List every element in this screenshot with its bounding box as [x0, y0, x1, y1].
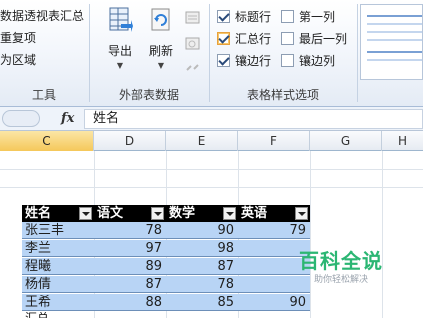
last-column-label: 最后一列 [299, 31, 348, 46]
filter-dropdown-icon[interactable] [79, 207, 92, 220]
table-cell-math[interactable]: 87 [166, 258, 238, 275]
gridline [0, 187, 423, 188]
export-dropdown-icon: ▼ [116, 61, 124, 70]
column-header-f[interactable]: F [238, 131, 310, 151]
gridline [310, 151, 311, 318]
last-column-checkbox[interactable] [281, 31, 294, 45]
formula-input[interactable]: 姓名 [84, 109, 423, 129]
refresh-icon [148, 6, 174, 36]
table-cell-chinese[interactable]: 97 [94, 240, 166, 257]
table-cell-name[interactable]: 王希 [22, 294, 94, 311]
table-header-name[interactable]: 姓名 [22, 205, 94, 222]
header-row-checkbox[interactable] [217, 9, 230, 23]
watermark-logo: 百科全说 助你轻松解决 [293, 249, 389, 291]
table-header-chinese[interactable]: 语文 [94, 205, 166, 222]
column-header-d[interactable]: D [94, 131, 166, 151]
watermark-title: 百科全说 [299, 249, 383, 273]
external-data-group-label: 外部表数据 [118, 88, 179, 102]
export-label: 导出 [107, 44, 132, 58]
banded-rows-option[interactable]: 镶边行 [217, 50, 271, 70]
column-header-c[interactable]: C [0, 131, 94, 151]
style-swatch-line [367, 39, 422, 41]
gridline [382, 151, 383, 318]
banded-rows-label: 镶边行 [235, 53, 272, 68]
style-swatch-line [367, 59, 422, 61]
remove-duplicates-button[interactable]: 重复项 [0, 28, 36, 48]
formula-bar: fx 姓名 [0, 107, 423, 131]
first-column-label: 第一列 [299, 9, 336, 24]
refresh-label: 刷新 [148, 44, 173, 58]
table-header-math[interactable]: 数学 [166, 205, 238, 222]
table-header-chinese-label: 语文 [97, 206, 124, 221]
table-cell-english[interactable]: 90 [238, 294, 310, 311]
table-cell-name[interactable]: 杨倩 [22, 276, 94, 293]
column-header-h[interactable]: H [382, 131, 423, 151]
header-row-label: 标题行 [235, 9, 272, 24]
banded-columns-option[interactable]: 镶边列 [281, 50, 335, 70]
table-header-math-label: 数学 [169, 206, 196, 221]
unlink-icon[interactable] [184, 60, 202, 76]
remove-duplicates-label: 重复项 [0, 31, 37, 45]
table-total-row-label[interactable]: 汇总 [22, 312, 94, 318]
table-cell-chinese[interactable]: 89 [94, 258, 166, 275]
table-header-name-label: 姓名 [25, 206, 52, 221]
column-header-e[interactable]: E [166, 131, 238, 151]
table-cell-math[interactable]: 78 [166, 276, 238, 293]
group-separator [357, 4, 358, 102]
pivot-summary-label: 数据透视表汇总 [0, 9, 85, 23]
ribbon: 数据透视表汇总 重复项 为区域 工具 导出 ▼ 刷新 ▼ 外部表数据 标题行 第… [0, 0, 423, 107]
export-icon [107, 6, 133, 36]
table-cell-name[interactable]: 张三丰 [22, 222, 94, 239]
table-style-gallery[interactable] [360, 4, 423, 80]
table-cell-chinese[interactable]: 87 [94, 276, 166, 293]
total-row-label: 汇总行 [235, 31, 272, 46]
gridline [0, 169, 423, 170]
table-cell-chinese[interactable]: 78 [94, 222, 166, 239]
table-header-english[interactable]: 英语 [238, 205, 310, 222]
export-button[interactable]: 导出 ▼ [100, 6, 140, 70]
filter-dropdown-icon[interactable] [151, 207, 164, 220]
filter-dropdown-icon[interactable] [223, 207, 236, 220]
column-headers: C D E F G H [0, 131, 423, 151]
column-header-g[interactable]: G [310, 131, 382, 151]
first-column-checkbox[interactable] [281, 9, 294, 23]
table-cell-chinese[interactable]: 88 [94, 294, 166, 311]
style-swatch-line [367, 31, 422, 33]
properties-icon[interactable] [184, 10, 202, 26]
name-box[interactable] [2, 110, 40, 127]
style-swatch-line [367, 51, 422, 53]
table-cell-math[interactable]: 98 [166, 240, 238, 257]
refresh-button[interactable]: 刷新 ▼ [143, 6, 179, 70]
table-cell-math[interactable]: 85 [166, 294, 238, 311]
pivot-summary-button[interactable]: 数据透视表汇总 [0, 6, 84, 26]
table-header-english-label: 英语 [241, 206, 268, 221]
banded-columns-label: 镶边列 [299, 53, 336, 68]
refresh-dropdown-icon: ▼ [157, 61, 165, 70]
last-column-option[interactable]: 最后一列 [281, 28, 347, 48]
convert-to-range-label: 为区域 [0, 53, 37, 67]
filter-dropdown-icon[interactable] [295, 207, 308, 220]
tools-group-label: 工具 [31, 88, 56, 102]
total-row-checkbox[interactable] [217, 31, 230, 45]
watermark-subtitle: 助你轻松解决 [313, 275, 368, 285]
banded-rows-checkbox[interactable] [217, 53, 230, 67]
table-cell-name[interactable]: 李兰 [22, 240, 94, 257]
insert-function-button[interactable]: fx [61, 111, 74, 126]
table-cell-math[interactable]: 90 [166, 222, 238, 239]
open-in-browser-icon[interactable] [184, 36, 202, 52]
first-column-option[interactable]: 第一列 [281, 6, 335, 26]
convert-to-range-button[interactable]: 为区域 [0, 50, 36, 70]
table-style-options-group-label: 表格样式选项 [246, 88, 319, 102]
header-row-option[interactable]: 标题行 [217, 6, 271, 26]
style-swatch-line [367, 15, 422, 17]
banded-columns-checkbox[interactable] [281, 53, 294, 67]
style-swatch-line [367, 23, 422, 25]
table-cell-name[interactable]: 程曦 [22, 258, 94, 275]
table-cell-english[interactable]: 79 [238, 222, 310, 239]
total-row-option[interactable]: 汇总行 [217, 28, 271, 48]
